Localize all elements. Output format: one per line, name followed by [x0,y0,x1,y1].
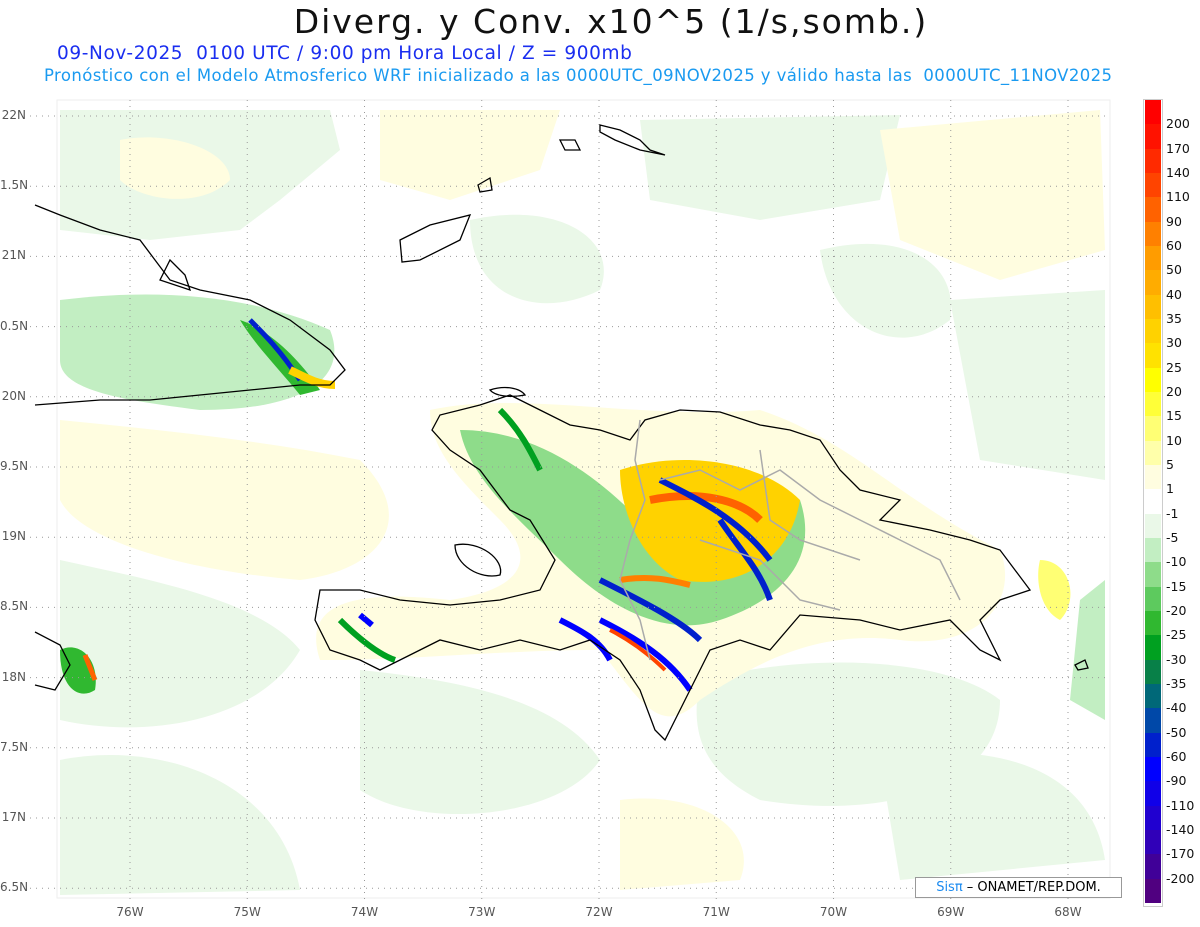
colorbar-swatch [1145,100,1161,125]
longitude-label: 73W [468,905,496,919]
colorbar-swatch [1145,805,1161,831]
colorbar-label: -90 [1166,773,1187,789]
longitude-label: 72W [585,905,613,919]
colorbar-label: 25 [1166,359,1182,375]
longitude-label: 75W [233,905,261,919]
colorbar-swatch [1145,294,1161,320]
latitude-label: 9.5N [0,459,29,473]
colorbar-swatch [1145,659,1161,685]
colorbar-swatch [1145,684,1161,709]
colorbar-swatch [1145,830,1161,855]
colorbar-swatch [1145,148,1161,174]
colorbar-swatch [1145,489,1161,515]
colorbar-swatch [1145,757,1161,782]
colorbar-label: -35 [1166,676,1187,691]
colorbar-swatch [1145,197,1161,223]
colorbar-label: 60 [1166,238,1182,253]
latitude-label: 21N [1,248,26,263]
colorbar-label: 50 [1166,262,1182,278]
longitude-label: 70W [819,905,848,919]
colorbar-label: 170 [1166,140,1190,156]
colorbar-swatch [1145,416,1161,442]
latitude-label: 8.5N [0,599,29,614]
colorbar-label: -5 [1166,530,1179,545]
latitude-label: 19N [1,529,26,544]
latitude-label: 1.5N [0,178,29,193]
latitude-label: 20N [1,388,26,403]
longitude-label: 68W [1054,905,1082,919]
colorbar-swatch [1145,221,1161,247]
colorbar-swatch [1145,440,1161,466]
colorbar-label: -30 [1166,651,1187,667]
colorbar-swatch [1145,124,1161,150]
colorbar-swatch [1145,854,1161,880]
colorbar-swatch [1145,319,1161,344]
latitude-label: 17N [1,810,26,824]
colorbar-label: 200 [1166,116,1190,132]
colorbar-swatch [1145,611,1161,636]
credit-brand: Sisπ [936,880,963,895]
colorbar-label: -50 [1166,724,1187,740]
colorbar-label: -140 [1166,822,1195,837]
latitude-label: 22N [1,108,26,122]
colorbar-label: -15 [1166,578,1187,594]
colorbar-swatch [1145,732,1161,758]
colorbar-swatch [1145,708,1161,734]
colorbar-swatch [1145,173,1161,198]
colorbar-label: 20 [1166,384,1182,399]
map-plot [30,99,1111,900]
colorbar-label: -200 [1166,870,1195,886]
colorbar-label: 40 [1166,286,1182,302]
colorbar-label: 90 [1166,213,1182,229]
colorbar-swatch [1145,367,1161,393]
colorbar-swatch [1145,513,1161,539]
colorbar-label: -1 [1166,505,1179,521]
colorbar-swatch [1145,635,1161,661]
colorbar-label: -40 [1166,700,1187,716]
colorbar-swatch [1145,392,1161,417]
colorbar-label: 35 [1166,311,1182,326]
colorbar-label: -25 [1166,627,1187,643]
latitude-label: 18N [1,669,26,684]
colorbar-label: -10 [1166,554,1187,570]
credit-box: Sisπ – ONAMET/REP.DOM. [915,877,1122,898]
latitude-label: 7.5N [0,739,29,754]
colorbar-swatch [1145,343,1161,369]
colorbar-label: 10 [1166,432,1182,448]
colorbar-label: -110 [1166,797,1195,813]
colorbar-swatch [1145,538,1161,563]
longitude-label: 69W [937,905,965,919]
longitude-label: 71W [702,905,730,919]
colorbar-label: 110 [1166,189,1190,205]
latitude-label: 6.5N [0,880,29,895]
credit-text: – ONAMET/REP.DOM. [962,880,1101,895]
latitude-label: 0.5N [0,318,29,333]
colorbar-label: -60 [1166,749,1187,764]
colorbar-swatch [1145,586,1161,612]
colorbar-label: -20 [1166,603,1187,618]
longitude-label: 76W [116,905,144,919]
longitude-label: 74W [350,905,379,919]
colorbar-label: 5 [1166,457,1174,472]
colorbar-label: 30 [1166,335,1182,351]
colorbar-swatch [1145,781,1161,807]
colorbar-swatch [1145,246,1161,271]
colorbar-label: -170 [1166,846,1195,862]
colorbar-label: 15 [1166,408,1182,424]
colorbar-swatch [1145,878,1161,904]
colorbar-swatch [1145,562,1161,588]
colorbar-swatch [1145,270,1161,296]
colorbar-label: 1 [1166,481,1174,497]
colorbar-label: 140 [1166,165,1190,180]
colorbar-swatch [1145,465,1161,490]
